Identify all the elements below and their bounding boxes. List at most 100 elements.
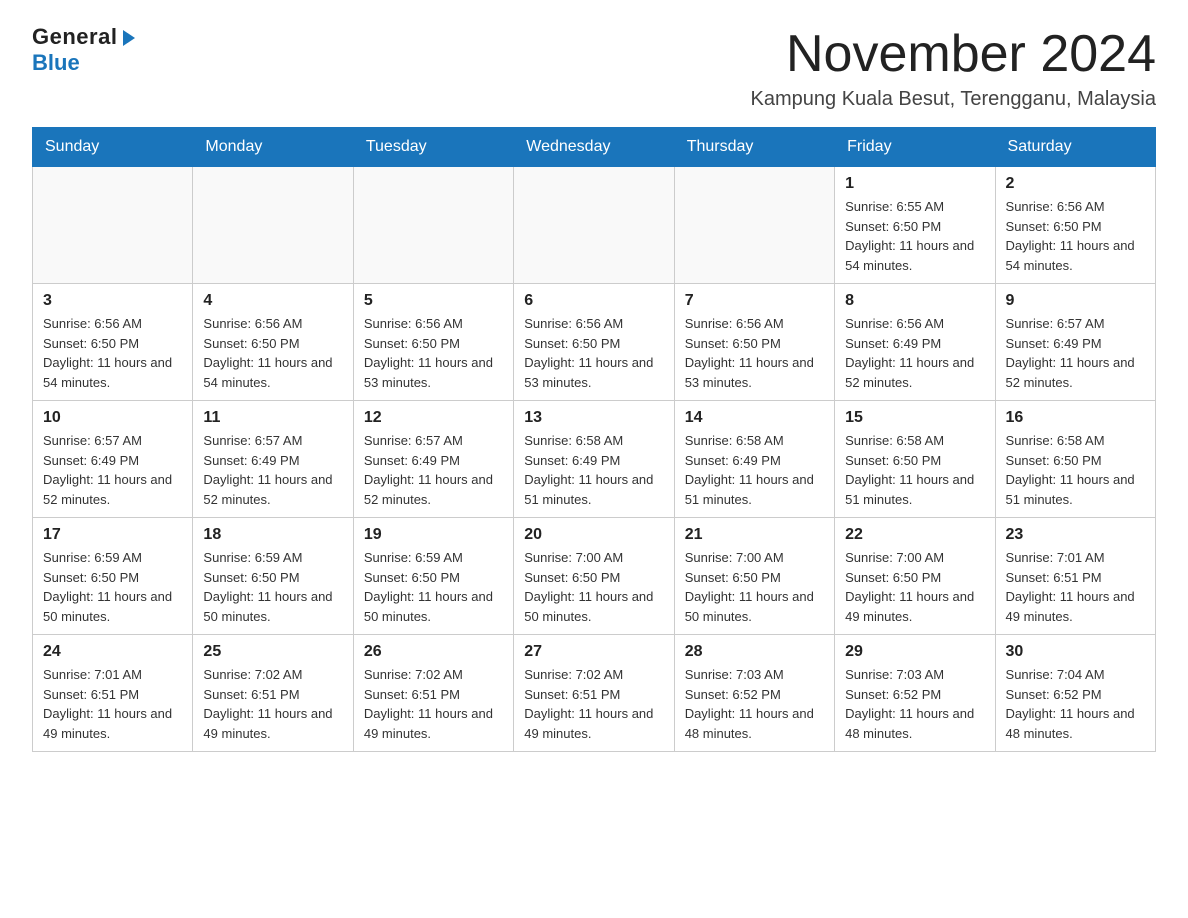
day-info: Sunrise: 7:02 AM Sunset: 6:51 PM Dayligh… [524, 665, 663, 743]
weekday-header-friday: Friday [835, 128, 995, 167]
calendar-cell [353, 167, 513, 284]
day-info: Sunrise: 6:58 AM Sunset: 6:49 PM Dayligh… [524, 431, 663, 509]
calendar-cell: 23 Sunrise: 7:01 AM Sunset: 6:51 PM Dayli… [995, 518, 1155, 635]
day-number: 30 [1006, 643, 1145, 661]
calendar-cell: 13 Sunrise: 6:58 AM Sunset: 6:49 PM Dayli… [514, 401, 674, 518]
calendar-cell: 7 Sunrise: 6:56 AM Sunset: 6:50 PM Daylig… [674, 284, 834, 401]
day-number: 17 [43, 526, 182, 544]
day-info: Sunrise: 6:56 AM Sunset: 6:50 PM Dayligh… [203, 314, 342, 392]
calendar-cell: 22 Sunrise: 7:00 AM Sunset: 6:50 PM Dayli… [835, 518, 995, 635]
day-number: 11 [203, 409, 342, 427]
day-info: Sunrise: 7:00 AM Sunset: 6:50 PM Dayligh… [685, 548, 824, 626]
calendar-cell: 4Sunrise: 6:56 AM Sunset: 6:50 PM Daylig… [193, 284, 353, 401]
calendar-cell: 16Sunrise: 6:58 AM Sunset: 6:50 PM Dayli… [995, 401, 1155, 518]
calendar-cell: 21 Sunrise: 7:00 AM Sunset: 6:50 PM Dayli… [674, 518, 834, 635]
weekday-header-row: SundayMondayTuesdayWednesdayThursdayFrid… [33, 128, 1156, 167]
calendar-cell: 24Sunrise: 7:01 AM Sunset: 6:51 PM Dayli… [33, 635, 193, 752]
day-number: 18 [203, 526, 342, 544]
calendar-cell: 29Sunrise: 7:03 AM Sunset: 6:52 PM Dayli… [835, 635, 995, 752]
calendar-cell [674, 167, 834, 284]
calendar-cell: 30Sunrise: 7:04 AM Sunset: 6:52 PM Dayli… [995, 635, 1155, 752]
day-number: 22 [845, 526, 984, 544]
day-info: Sunrise: 6:57 AM Sunset: 6:49 PM Dayligh… [43, 431, 182, 509]
month-year-title: November 2024 [751, 24, 1156, 84]
day-number: 16 [1006, 409, 1145, 427]
day-number: 19 [364, 526, 503, 544]
calendar-cell: 8 Sunrise: 6:56 AM Sunset: 6:49 PM Daylig… [835, 284, 995, 401]
week-row-3: 10 Sunrise: 6:57 AM Sunset: 6:49 PM Dayli… [33, 401, 1156, 518]
calendar-cell: 6 Sunrise: 6:56 AM Sunset: 6:50 PM Daylig… [514, 284, 674, 401]
day-number: 26 [364, 643, 503, 661]
day-number: 3 [43, 292, 182, 310]
calendar-cell: 26 Sunrise: 7:02 AM Sunset: 6:51 PM Dayli… [353, 635, 513, 752]
calendar-header: SundayMondayTuesdayWednesdayThursdayFrid… [33, 128, 1156, 167]
week-row-5: 24Sunrise: 7:01 AM Sunset: 6:51 PM Dayli… [33, 635, 1156, 752]
day-number: 15 [845, 409, 984, 427]
week-row-1: 1Sunrise: 6:55 AM Sunset: 6:50 PM Daylig… [33, 167, 1156, 284]
calendar-cell: 27Sunrise: 7:02 AM Sunset: 6:51 PM Dayli… [514, 635, 674, 752]
day-number: 20 [524, 526, 663, 544]
title-area: November 2024 Kampung Kuala Besut, Teren… [751, 24, 1156, 111]
day-number: 13 [524, 409, 663, 427]
calendar-cell: 17Sunrise: 6:59 AM Sunset: 6:50 PM Dayli… [33, 518, 193, 635]
day-number: 6 [524, 292, 663, 310]
day-info: Sunrise: 6:56 AM Sunset: 6:50 PM Dayligh… [43, 314, 182, 392]
weekday-header-saturday: Saturday [995, 128, 1155, 167]
day-info: Sunrise: 7:03 AM Sunset: 6:52 PM Dayligh… [685, 665, 824, 743]
calendar-cell: 28 Sunrise: 7:03 AM Sunset: 6:52 PM Dayli… [674, 635, 834, 752]
calendar-cell: 5 Sunrise: 6:56 AM Sunset: 6:50 PM Daylig… [353, 284, 513, 401]
calendar-cell [33, 167, 193, 284]
calendar-cell [514, 167, 674, 284]
day-info: Sunrise: 6:56 AM Sunset: 6:50 PM Dayligh… [524, 314, 663, 392]
day-number: 5 [364, 292, 503, 310]
day-number: 8 [845, 292, 984, 310]
logo-arrow-icon [119, 28, 139, 48]
day-info: Sunrise: 6:56 AM Sunset: 6:50 PM Dayligh… [364, 314, 503, 392]
day-info: Sunrise: 7:02 AM Sunset: 6:51 PM Dayligh… [203, 665, 342, 743]
day-number: 2 [1006, 175, 1145, 193]
weekday-header-wednesday: Wednesday [514, 128, 674, 167]
logo-blue-text: Blue [32, 50, 80, 75]
day-number: 25 [203, 643, 342, 661]
day-info: Sunrise: 6:56 AM Sunset: 6:49 PM Dayligh… [845, 314, 984, 392]
day-info: Sunrise: 6:57 AM Sunset: 6:49 PM Dayligh… [364, 431, 503, 509]
day-info: Sunrise: 6:57 AM Sunset: 6:49 PM Dayligh… [203, 431, 342, 509]
day-info: Sunrise: 7:02 AM Sunset: 6:51 PM Dayligh… [364, 665, 503, 743]
calendar-cell: 9Sunrise: 6:57 AM Sunset: 6:49 PM Daylig… [995, 284, 1155, 401]
calendar-cell: 2 Sunrise: 6:56 AM Sunset: 6:50 PM Daylig… [995, 167, 1155, 284]
day-number: 23 [1006, 526, 1145, 544]
week-row-4: 17 Sunrise: 6:59 AM Sunset: 6:50 PM Dayli… [33, 518, 1156, 635]
calendar-cell: 25 Sunrise: 7:02 AM Sunset: 6:51 PM Dayli… [193, 635, 353, 752]
calendar-table: SundayMondayTuesdayWednesdayThursdayFrid… [32, 127, 1156, 752]
day-info: Sunrise: 6:57 AM Sunset: 6:49 PM Dayligh… [1006, 314, 1145, 392]
calendar-cell: 12Sunrise: 6:57 AM Sunset: 6:49 PM Dayli… [353, 401, 513, 518]
day-info: Sunrise: 6:56 AM Sunset: 6:50 PM Dayligh… [685, 314, 824, 392]
day-number: 7 [685, 292, 824, 310]
calendar-cell: 3 Sunrise: 6:56 AM Sunset: 6:50 PM Daylig… [33, 284, 193, 401]
day-number: 1 [845, 175, 984, 193]
day-number: 21 [685, 526, 824, 544]
calendar-cell: 14Sunrise: 6:58 AM Sunset: 6:49 PM Dayli… [674, 401, 834, 518]
weekday-header-sunday: Sunday [33, 128, 193, 167]
day-info: Sunrise: 6:59 AM Sunset: 6:50 PM Dayligh… [203, 548, 342, 626]
day-number: 10 [43, 409, 182, 427]
calendar-cell: 20 Sunrise: 7:00 AM Sunset: 6:50 PM Dayli… [514, 518, 674, 635]
day-info: Sunrise: 6:59 AM Sunset: 6:50 PM Dayligh… [364, 548, 503, 626]
calendar-cell: 15Sunrise: 6:58 AM Sunset: 6:50 PM Dayli… [835, 401, 995, 518]
day-info: Sunrise: 6:56 AM Sunset: 6:50 PM Dayligh… [1006, 197, 1145, 275]
header: General Blue November 2024 Kampung Kuala… [32, 24, 1156, 111]
calendar-cell: 10 Sunrise: 6:57 AM Sunset: 6:49 PM Dayli… [33, 401, 193, 518]
day-info: Sunrise: 7:03 AM Sunset: 6:52 PM Dayligh… [845, 665, 984, 743]
weekday-header-thursday: Thursday [674, 128, 834, 167]
weekday-header-tuesday: Tuesday [353, 128, 513, 167]
day-number: 28 [685, 643, 824, 661]
day-info: Sunrise: 7:00 AM Sunset: 6:50 PM Dayligh… [845, 548, 984, 626]
day-info: Sunrise: 6:58 AM Sunset: 6:49 PM Dayligh… [685, 431, 824, 509]
calendar-cell: 1Sunrise: 6:55 AM Sunset: 6:50 PM Daylig… [835, 167, 995, 284]
logo-general-text: General [32, 24, 117, 50]
calendar-cell: 18 Sunrise: 6:59 AM Sunset: 6:50 PM Dayli… [193, 518, 353, 635]
day-info: Sunrise: 7:01 AM Sunset: 6:51 PM Dayligh… [1006, 548, 1145, 626]
location-subtitle: Kampung Kuala Besut, Terengganu, Malaysi… [751, 88, 1156, 111]
day-number: 24 [43, 643, 182, 661]
day-info: Sunrise: 7:00 AM Sunset: 6:50 PM Dayligh… [524, 548, 663, 626]
